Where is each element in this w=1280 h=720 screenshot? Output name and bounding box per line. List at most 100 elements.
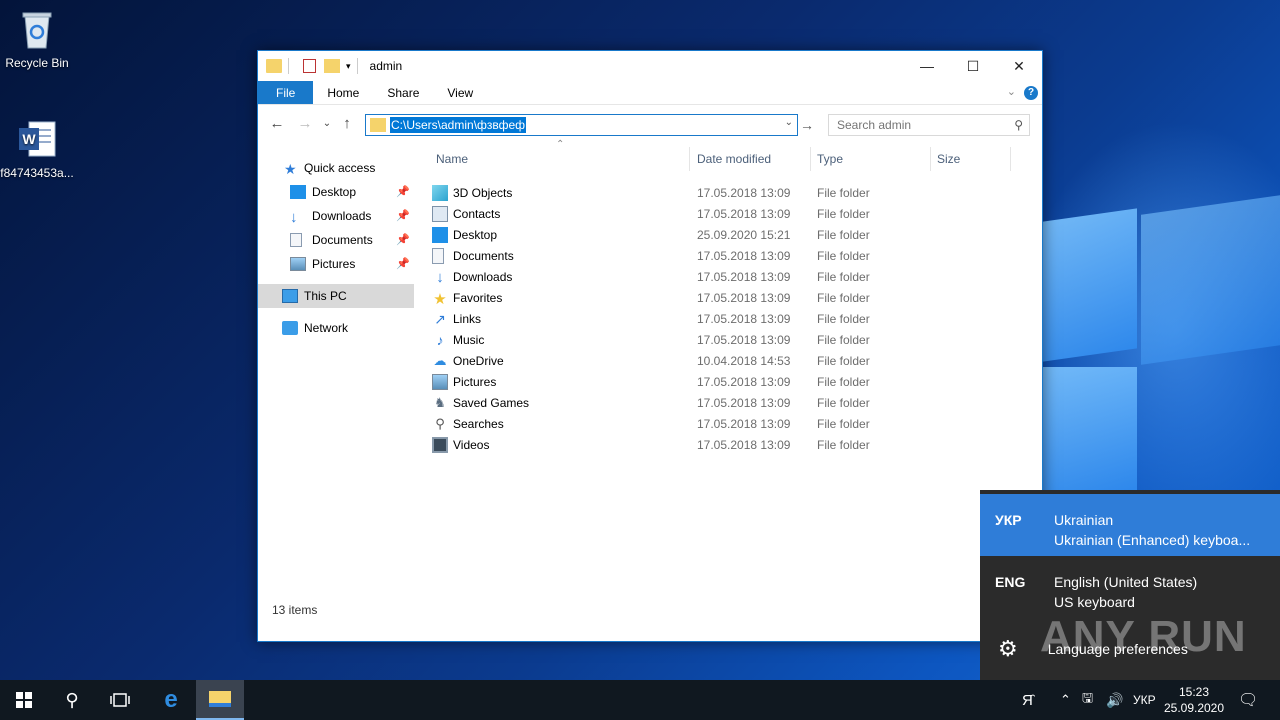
- close-button[interactable]: ✕: [996, 51, 1042, 81]
- show-hidden-icons-chevron-icon[interactable]: ⌃: [1060, 680, 1071, 720]
- language-option-ukrainian[interactable]: УКР Ukrainian Ukrainian (Enhanced) keybo…: [980, 494, 1280, 556]
- nav-documents[interactable]: Documents 📌: [290, 228, 414, 252]
- date-modified-cell: 25.09.2020 15:21: [697, 227, 791, 242]
- table-row[interactable]: 3D Objects 17.05.2018 13:09 File folder: [432, 182, 1032, 203]
- task-view-button[interactable]: [96, 680, 144, 720]
- file-explorer-taskbar-button[interactable]: [196, 680, 244, 720]
- language-name: Ukrainian: [1054, 512, 1114, 528]
- nav-this-pc[interactable]: This PC: [258, 284, 414, 308]
- column-header-date-modified[interactable]: Date modified: [691, 147, 811, 171]
- desktop-icon-recycle-bin[interactable]: Recycle Bin: [0, 8, 74, 70]
- file-name-cell: Documents: [432, 247, 514, 264]
- nav-label: This PC: [304, 289, 347, 303]
- word-document-icon: W: [15, 118, 59, 162]
- nav-pictures[interactable]: Pictures 📌: [290, 252, 414, 276]
- table-row[interactable]: ↓ Downloads 17.05.2018 13:09 File folder: [432, 266, 1032, 287]
- help-icon[interactable]: ?: [1024, 86, 1038, 100]
- tab-share[interactable]: Share: [373, 81, 433, 104]
- date-modified-cell: 17.05.2018 13:09: [697, 374, 791, 389]
- table-row[interactable]: ↗ Links 17.05.2018 13:09 File folder: [432, 308, 1032, 329]
- file-name: Downloads: [453, 269, 513, 284]
- music-icon: ♪: [436, 331, 444, 348]
- file-name: Pictures: [453, 374, 497, 389]
- nav-network[interactable]: Network: [282, 316, 414, 340]
- file-name-cell: ☁ OneDrive: [432, 353, 504, 369]
- title-bar[interactable]: ▾ admin — ☐ ✕: [258, 51, 1042, 81]
- chevron-down-icon[interactable]: ⌄: [785, 117, 793, 128]
- table-row[interactable]: ♪ Music 17.05.2018 13:09 File folder: [432, 329, 1032, 350]
- nav-label: Quick access: [304, 161, 376, 175]
- forward-arrow-icon[interactable]: →: [294, 115, 316, 132]
- gear-icon: ⚙: [998, 636, 1018, 661]
- navigation-pane: ★ Quick access Desktop 📌 ↓ Downloads 📌 D…: [258, 141, 416, 621]
- clock[interactable]: 15:23 25.09.2020: [1162, 684, 1226, 716]
- search-button[interactable]: ⚲: [48, 680, 96, 720]
- desktop-icon-word-doc[interactable]: W f84743453a...: [0, 118, 74, 180]
- tab-file[interactable]: File: [258, 81, 314, 104]
- type-cell: File folder: [817, 185, 870, 200]
- column-header-type[interactable]: Type: [811, 147, 931, 171]
- keyboard-layout: US keyboard: [1054, 594, 1135, 610]
- date-modified-cell: 17.05.2018 13:09: [697, 290, 791, 305]
- star-icon: ★: [433, 290, 447, 308]
- quick-access-toolbar-dropdown-icon[interactable]: ▾: [346, 61, 351, 72]
- volume-icon[interactable]: 🔊: [1106, 680, 1123, 720]
- new-folder-icon[interactable]: [324, 59, 340, 73]
- date-modified-cell: 17.05.2018 13:09: [697, 416, 791, 431]
- type-cell: File folder: [817, 374, 870, 389]
- column-header-name[interactable]: Name: [430, 147, 690, 171]
- desktop-icon-label: Recycle Bin: [5, 56, 69, 70]
- recent-locations-chevron-icon[interactable]: ⌄: [320, 118, 334, 129]
- tab-view[interactable]: View: [433, 81, 487, 104]
- file-name: Contacts: [453, 206, 501, 221]
- type-cell: File folder: [817, 332, 870, 347]
- network-icon[interactable]: 🖫: [1082, 680, 1093, 720]
- table-row[interactable]: Pictures 17.05.2018 13:09 File folder: [432, 371, 1032, 392]
- maximize-button[interactable]: ☐: [950, 51, 996, 81]
- notifications-icon[interactable]: 🗨: [1238, 680, 1258, 720]
- search-input[interactable]: [837, 118, 997, 132]
- input-language-indicator[interactable]: УКР: [1133, 680, 1156, 720]
- documents-icon: [290, 233, 302, 247]
- table-row[interactable]: ♞ Saved Games 17.05.2018 13:09 File folder: [432, 392, 1032, 413]
- nav-quick-access[interactable]: ★ Quick access: [284, 156, 440, 180]
- expand-ribbon-icon[interactable]: ⌄: [1007, 85, 1016, 98]
- tab-home[interactable]: Home: [313, 81, 373, 104]
- address-input[interactable]: C:\Users\admin\фзвфеф: [390, 117, 527, 133]
- nav-desktop[interactable]: Desktop 📌: [290, 180, 414, 204]
- pin-icon: 📌: [396, 234, 410, 246]
- search-box[interactable]: ⚲: [828, 114, 1030, 136]
- divider: [356, 58, 358, 74]
- up-arrow-icon[interactable]: ↑: [336, 115, 358, 132]
- address-row: ← → ⌄ ↑ C:\Users\admin\фзвфеф ⌄ → ⚲: [258, 105, 1042, 141]
- minimize-button[interactable]: —: [904, 51, 950, 81]
- task-view-icon: [110, 693, 130, 707]
- table-row[interactable]: ⚲ Searches 17.05.2018 13:09 File folder: [432, 413, 1032, 434]
- properties-icon[interactable]: [303, 59, 316, 73]
- file-name: Desktop: [453, 227, 498, 242]
- start-button[interactable]: [0, 680, 48, 720]
- file-name-cell: Pictures: [432, 373, 497, 390]
- file-name-cell: ⚲ Searches: [432, 416, 503, 432]
- edge-button[interactable]: e: [147, 680, 195, 720]
- nav-downloads[interactable]: ↓ Downloads 📌: [290, 204, 414, 228]
- table-row[interactable]: ☁ OneDrive 10.04.2018 14:53 File folder: [432, 350, 1032, 371]
- go-arrow-icon[interactable]: →: [800, 117, 814, 133]
- windows-logo-pane: [1141, 195, 1280, 365]
- column-header-size[interactable]: Size: [931, 147, 1011, 171]
- date-modified-cell: 17.05.2018 13:09: [697, 311, 791, 326]
- file-name-cell: Desktop: [432, 226, 498, 243]
- language-option-english[interactable]: ENG English (United States) US keyboard: [980, 556, 1280, 618]
- address-bar[interactable]: C:\Users\admin\фзвфеф ⌄: [365, 114, 798, 136]
- table-row[interactable]: Documents 17.05.2018 13:09 File folder: [432, 245, 1032, 266]
- file-name-cell: ↓ Downloads: [432, 269, 513, 286]
- table-row[interactable]: Contacts 17.05.2018 13:09 File folder: [432, 203, 1032, 224]
- date-modified-cell: 17.05.2018 13:09: [697, 332, 791, 347]
- links-icon: ↗: [434, 310, 446, 327]
- back-arrow-icon[interactable]: ←: [266, 115, 288, 132]
- table-row[interactable]: Desktop 25.09.2020 15:21 File folder: [432, 224, 1032, 245]
- people-icon[interactable]: Я̑: [1022, 680, 1033, 720]
- table-row[interactable]: Videos 17.05.2018 13:09 File folder: [432, 434, 1032, 455]
- clock-time: 15:23: [1178, 685, 1210, 699]
- table-row[interactable]: ★ Favorites 17.05.2018 13:09 File folder: [432, 287, 1032, 308]
